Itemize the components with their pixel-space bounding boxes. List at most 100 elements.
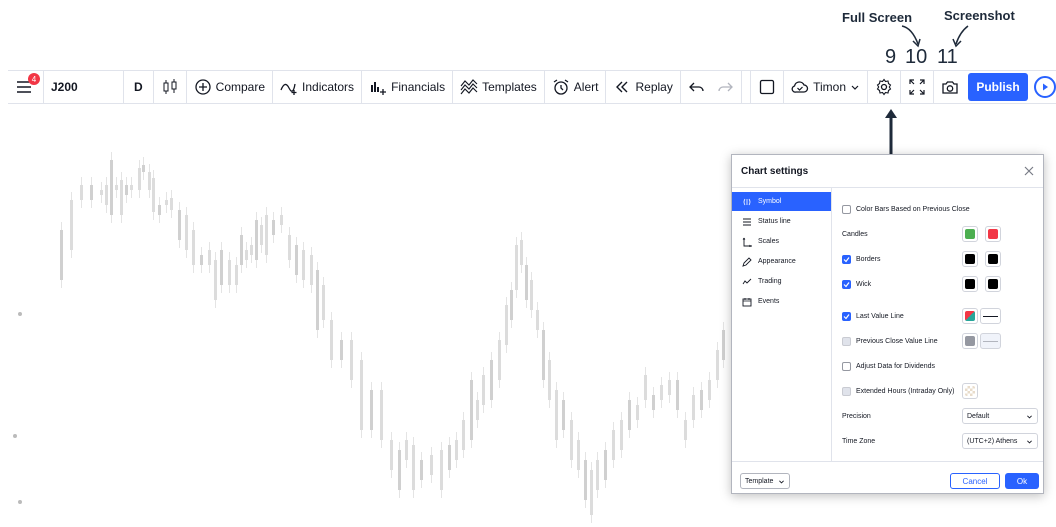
replay-button[interactable]: Replay — [606, 71, 681, 103]
borders-checkbox[interactable] — [842, 254, 851, 264]
candle-body — [548, 360, 551, 400]
prev-close-line-row[interactable]: Previous Close Value Line — [842, 334, 938, 348]
candles-row: Candles — [842, 227, 868, 241]
candle-body — [340, 340, 343, 360]
alert-button[interactable]: Alert — [545, 71, 607, 103]
prev-close-color-swatch[interactable] — [962, 333, 978, 349]
precision-label: Precision — [842, 412, 871, 420]
last-value-line-checkbox[interactable] — [842, 311, 851, 321]
annotation-number-11: 11 — [937, 46, 958, 68]
candle-body — [330, 320, 333, 360]
financials-icon — [369, 78, 387, 96]
candle-body — [652, 395, 655, 410]
cancel-button[interactable]: Cancel — [950, 473, 1000, 489]
last-value-line-style[interactable] — [980, 308, 1001, 324]
layout-select-button[interactable] — [751, 71, 785, 103]
candle-body — [130, 185, 133, 190]
candle-body — [152, 178, 155, 212]
redo-icon[interactable] — [716, 78, 734, 96]
last-value-color-swatch[interactable] — [962, 308, 978, 324]
extended-hours-row[interactable]: Extended Hours (Intraday Only) — [842, 384, 954, 398]
gear-icon — [875, 78, 893, 96]
extended-hours-checkbox[interactable] — [842, 386, 851, 396]
compare-button[interactable]: Compare — [187, 71, 274, 103]
camera-icon — [941, 78, 959, 96]
candle-body — [138, 168, 141, 190]
candle-body — [420, 460, 423, 480]
annotation-number-9: 9 — [885, 46, 897, 68]
border-down-color-swatch[interactable] — [985, 251, 1001, 267]
dialog-sidebar-divider — [831, 188, 832, 461]
candle-body — [390, 440, 393, 470]
candle-body — [105, 185, 108, 205]
wick-row[interactable]: Wick — [842, 277, 871, 291]
chart-marker-dot — [18, 312, 22, 316]
play-button[interactable] — [1034, 76, 1056, 98]
templates-button[interactable]: Templates — [453, 71, 545, 103]
dialog-header-divider — [732, 187, 1043, 188]
template-button[interactable]: Template — [740, 473, 790, 489]
toolbar-spacer — [742, 71, 752, 103]
financials-button[interactable]: Financials — [362, 71, 454, 103]
wick-up-color-swatch[interactable] — [962, 276, 978, 292]
dialog-footer-divider — [732, 461, 1043, 462]
candle-body — [510, 290, 513, 320]
candle-body — [476, 400, 479, 420]
color-bars-row[interactable]: Color Bars Based on Previous Close — [842, 202, 970, 216]
candle-up-color-swatch[interactable] — [962, 226, 978, 242]
candle-body — [716, 350, 719, 380]
candle-body — [142, 165, 145, 172]
nav-symbol[interactable]: Symbol — [732, 192, 831, 211]
ok-button[interactable]: Ok — [1005, 473, 1039, 489]
nav-scales[interactable]: Scales — [732, 232, 831, 251]
nav-status-line[interactable]: Status line — [732, 212, 831, 231]
precision-select[interactable]: Default — [962, 408, 1038, 424]
screenshot-button[interactable] — [934, 71, 966, 103]
candle-body — [120, 180, 123, 215]
extended-hours-color-swatch[interactable] — [962, 383, 978, 399]
prev-close-line-checkbox[interactable] — [842, 336, 851, 346]
scales-icon — [742, 237, 752, 247]
settings-button[interactable] — [868, 71, 901, 103]
symbol-search-button[interactable]: J200 — [44, 71, 124, 103]
publish-button[interactable]: Publish — [968, 73, 1028, 101]
prev-close-line-style[interactable] — [980, 333, 1001, 349]
undo-icon[interactable] — [688, 78, 706, 96]
wick-down-color-swatch[interactable] — [985, 276, 1001, 292]
indicators-button[interactable]: Indicators — [273, 71, 363, 103]
candle-body — [265, 215, 268, 255]
fullscreen-button[interactable] — [901, 71, 934, 103]
adjust-dividends-checkbox[interactable] — [842, 361, 851, 371]
timezone-select[interactable]: (UTC+2) Athens — [962, 433, 1038, 449]
chart-type-button[interactable] — [154, 71, 187, 103]
menu-button[interactable]: 4 — [8, 71, 44, 103]
notification-badge: 4 — [28, 73, 40, 85]
nav-events[interactable]: Events — [732, 292, 831, 311]
borders-label: Borders — [856, 255, 881, 263]
compare-label: Compare — [215, 80, 266, 94]
last-value-line-row[interactable]: Last Value Line — [842, 309, 904, 323]
annotation-number-10: 10 — [905, 46, 928, 68]
candle-body — [505, 305, 508, 345]
candle-body — [228, 260, 231, 285]
candle-body — [302, 250, 305, 280]
candle-body — [584, 460, 587, 500]
borders-row[interactable]: Borders — [842, 252, 881, 266]
candle-body — [316, 270, 319, 330]
save-layout-button[interactable]: Timon — [784, 71, 868, 103]
candle-body — [370, 390, 373, 430]
candle-body — [280, 215, 283, 225]
candle-down-color-swatch[interactable] — [985, 226, 1001, 242]
color-bars-checkbox[interactable] — [842, 204, 851, 214]
candle-body — [245, 250, 248, 260]
close-icon[interactable] — [1023, 165, 1035, 177]
interval-button[interactable]: D — [124, 71, 154, 103]
replay-label: Replay — [635, 80, 673, 94]
nav-appearance[interactable]: Appearance — [732, 252, 831, 271]
candle-body — [692, 395, 695, 420]
adjust-dividends-row[interactable]: Adjust Data for Dividends — [842, 359, 935, 373]
border-up-color-swatch[interactable] — [962, 251, 978, 267]
candle-body — [170, 198, 173, 210]
nav-trading[interactable]: Trading — [732, 272, 831, 291]
wick-checkbox[interactable] — [842, 279, 851, 289]
